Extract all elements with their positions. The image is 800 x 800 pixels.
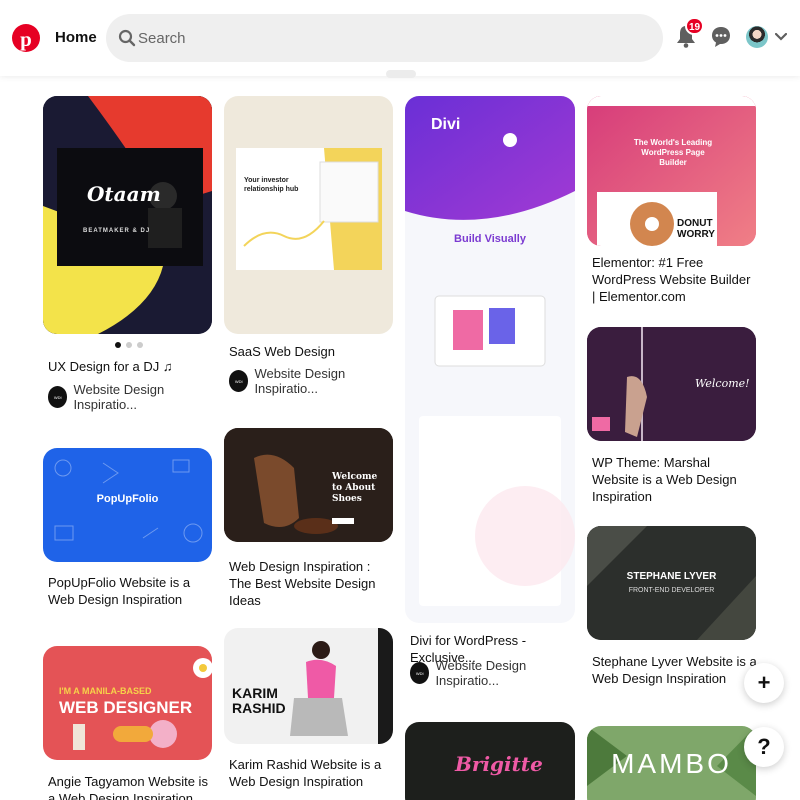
author-name: Website Design Inspiratio...	[254, 366, 346, 396]
scroll-indicator	[386, 70, 416, 78]
pin-author[interactable]: WDI Website Design Inspiratio...	[229, 366, 394, 396]
notification-badge: 19	[685, 17, 705, 35]
pin-image-subtitle: DONUT WORRY	[677, 218, 715, 240]
pin-image-title: I'M A MANILA-BASED	[59, 686, 152, 696]
pin-author[interactable]: WDI Website Design Inspiratio...	[48, 382, 213, 412]
pin-image[interactable]: Welcome to About Shoes	[224, 428, 393, 542]
pin-image[interactable]: I'M A MANILA-BASED WEB DESIGNER	[43, 646, 212, 760]
pin-title[interactable]: PopUpFolio Website is a Web Design Inspi…	[48, 574, 213, 608]
search-bar[interactable]	[106, 14, 663, 62]
pin-title[interactable]: Stephane Lyver Website is a Web Design I…	[592, 653, 757, 687]
carousel-dot[interactable]	[137, 342, 143, 348]
pin-image[interactable]: The World's Leading WordPress Page Build…	[587, 96, 756, 246]
pin-image-subtitle: WEB DESIGNER	[59, 698, 193, 717]
pin-image-title: Otaam	[87, 182, 161, 206]
pin-author[interactable]: WDI Website Design Inspiratio...	[410, 658, 575, 688]
pin-image[interactable]: Brigitte	[405, 722, 575, 800]
pin-title[interactable]: Karim Rashid Website is a Web Design Ins…	[229, 756, 394, 790]
pin-image[interactable]: Your investor relationship hub	[224, 96, 393, 334]
top-nav-bar: p Home 19	[0, 0, 800, 76]
pin-title[interactable]: Angie Tagyamon Website is a Web Design I…	[48, 773, 213, 800]
pin-image-title: Welcome!	[695, 377, 750, 390]
create-plus-button[interactable]: +	[744, 663, 784, 703]
svg-text:p: p	[20, 27, 32, 51]
author-avatar: WDI	[410, 662, 430, 684]
search-input[interactable]	[138, 26, 638, 50]
pin-image[interactable]: KARIM RASHID	[224, 628, 393, 744]
carousel-dot[interactable]	[115, 342, 121, 348]
chat-icon[interactable]	[711, 26, 731, 48]
pin-image-title: STEPHANE LYVER	[626, 571, 717, 582]
home-tab[interactable]: Home	[55, 29, 97, 46]
search-icon	[118, 29, 136, 47]
pin-image[interactable]: MAMBO	[587, 726, 756, 800]
pin-title[interactable]: WP Theme: Marshal Website is a Web Desig…	[592, 454, 757, 505]
pin-title[interactable]: Elementor: #1 Free WordPress Website Bui…	[592, 254, 757, 305]
author-avatar: WDI	[48, 386, 68, 408]
pin-image-title: Your investor relationship hub	[244, 177, 299, 193]
pin-image[interactable]: Otaam BEATMAKER & DJ	[43, 96, 212, 334]
pin-image-title: KARIM RASHID	[232, 685, 286, 716]
pinterest-logo-icon[interactable]: p	[12, 24, 40, 52]
pin-image-title: MAMBO	[611, 748, 732, 779]
author-name: Website Design Inspiratio...	[435, 658, 527, 688]
avatar[interactable]	[746, 26, 768, 48]
pin-image[interactable]: Welcome!	[587, 327, 756, 441]
pin-title[interactable]: SaaS Web Design	[229, 343, 394, 360]
pin-image[interactable]: PopUpFolio	[43, 448, 212, 562]
author-avatar: WDI	[229, 370, 249, 392]
pin-image-title: Welcome to About Shoes	[332, 472, 378, 504]
pin-image-title: The World's Leading WordPress Page Build…	[633, 138, 713, 167]
pin-title[interactable]: UX Design for a DJ ♫	[48, 358, 213, 375]
pin-title[interactable]: Web Design Inspiration : The Best Websit…	[229, 558, 394, 609]
pin-image-title: Brigitte	[455, 752, 543, 776]
pin-image[interactable]: Divi Build Visually	[405, 96, 575, 623]
chevron-down-icon[interactable]	[775, 33, 787, 41]
pin-image-subtitle: BEATMAKER & DJ	[83, 228, 151, 234]
pin-image-title: Divi	[431, 116, 461, 133]
pin-image-subtitle: FRONT-END DEVELOPER	[628, 587, 715, 594]
carousel-dots[interactable]	[115, 342, 143, 348]
pin-image-subtitle: Build Visually	[454, 233, 526, 245]
carousel-dot[interactable]	[126, 342, 132, 348]
author-name: Website Design Inspiratio...	[73, 382, 165, 412]
pin-image[interactable]: STEPHANE LYVER FRONT-END DEVELOPER	[587, 526, 756, 640]
pin-image-title: PopUpFolio	[96, 493, 159, 505]
help-button[interactable]: ?	[744, 727, 784, 767]
